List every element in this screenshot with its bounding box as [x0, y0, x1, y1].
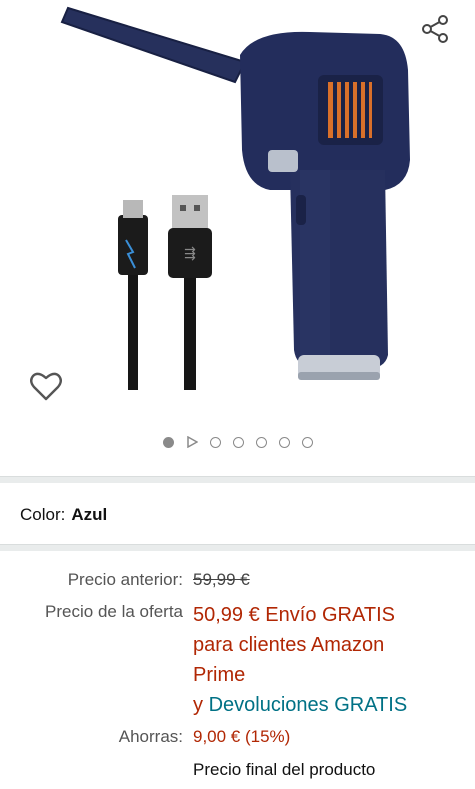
product-gallery[interactable]: ⇶ [0, 0, 475, 470]
deal-price-row: Precio de la oferta 50,99 € Envío GRATIS… [0, 600, 475, 720]
previous-price-row: Precio anterior: 59,99 € [0, 570, 475, 596]
previous-price-label: Precio anterior: [67, 570, 183, 589]
section-divider [0, 476, 475, 483]
pagination-dot[interactable] [209, 436, 221, 448]
pagination-dot[interactable] [162, 436, 174, 448]
svg-text:⇶: ⇶ [184, 246, 196, 262]
image-pagination[interactable] [0, 432, 475, 452]
previous-price-value: 59,99 € [193, 570, 250, 589]
pagination-dot[interactable] [301, 436, 313, 448]
heart-icon[interactable] [28, 368, 64, 404]
deal-price-details: 50,99 € Envío GRATIS para clientes Amazo… [193, 600, 453, 720]
pagination-dot[interactable] [255, 436, 267, 448]
free-returns-link[interactable]: Devoluciones GRATIS [209, 694, 408, 716]
product-image[interactable]: ⇶ [0, 0, 475, 410]
color-selection[interactable]: Color: Azul [20, 505, 107, 525]
deal-price-value: 50,99 € [193, 604, 260, 626]
share-icon[interactable] [418, 12, 452, 46]
savings-label: Ahorras: [118, 727, 183, 746]
shipping-text: Envío GRATIS [265, 604, 395, 626]
color-value: Azul [71, 505, 108, 524]
video-play-icon[interactable] [186, 436, 198, 448]
deal-price-label: Precio de la oferta [45, 602, 183, 621]
returns-prefix: y [193, 694, 203, 716]
savings-row: Ahorras: 9,00 € (15%) [0, 727, 475, 753]
color-label: Color: [20, 505, 66, 524]
section-divider [0, 544, 475, 551]
pagination-dot[interactable] [278, 436, 290, 448]
final-price-note: Precio final del producto [193, 760, 376, 779]
savings-value: 9,00 € (15%) [193, 727, 291, 746]
shipping-text-line3: Prime [193, 664, 246, 686]
pagination-dot[interactable] [232, 436, 244, 448]
shipping-text-line2: para clientes Amazon [193, 634, 385, 656]
